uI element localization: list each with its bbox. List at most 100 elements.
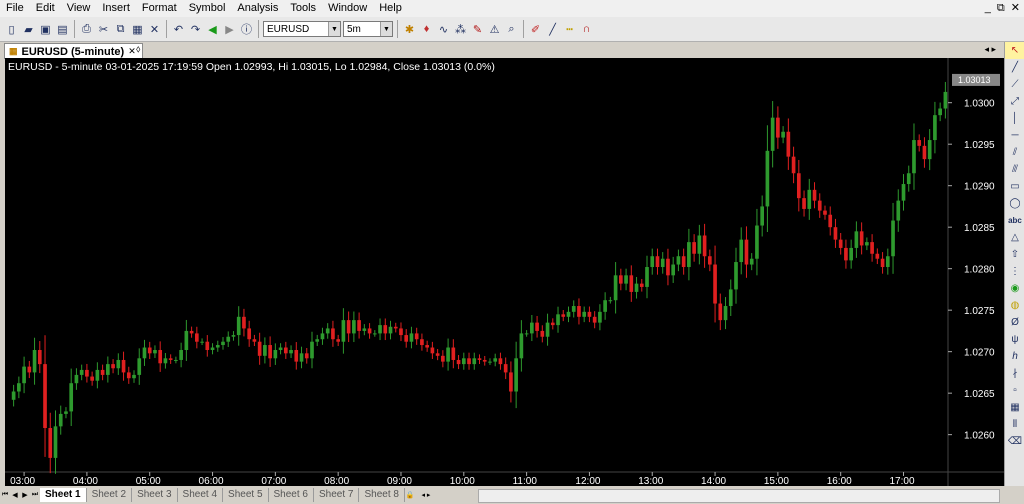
menu-item-help[interactable]: Help [373, 0, 408, 17]
rectangle-icon[interactable]: ▭ [1005, 178, 1024, 195]
interval-combo[interactable]: 5m ▼ [343, 21, 393, 37]
trash-icon[interactable]: ⌫ [1005, 433, 1024, 450]
print-icon[interactable]: ⎙ [79, 22, 94, 37]
menu-item-window[interactable]: Window [322, 0, 373, 17]
sheet-tab-8[interactable]: Sheet 8 [359, 488, 405, 502]
zoom-icon[interactable]: ⌕ [504, 22, 519, 37]
h-icon[interactable]: h [1005, 348, 1024, 365]
dash-tool-icon[interactable]: ┅ [562, 22, 577, 37]
candle-body [608, 300, 613, 302]
grid-icon[interactable]: ▦ [1005, 399, 1024, 416]
close-icon[interactable]: ✕ [128, 46, 136, 57]
scroll-small-icon[interactable]: ◂ ▸ [415, 489, 437, 501]
vertical-line-icon[interactable]: │ [1005, 110, 1024, 127]
candle-body [461, 358, 466, 365]
fork-icon[interactable]: ⫻ [1005, 161, 1024, 178]
pen-icon[interactable]: ✐ [528, 22, 543, 37]
chevron-down-icon[interactable]: ▼ [328, 22, 340, 36]
minimize-button[interactable]: _ [985, 0, 991, 17]
horizontal-scrollbar[interactable] [478, 489, 1000, 503]
line-tool-icon[interactable]: ╱ [545, 22, 560, 37]
fibonacci-icon[interactable]: ◉ [1005, 280, 1024, 297]
bar-style-icon[interactable]: ♦ [419, 22, 434, 37]
candle-body [681, 256, 686, 268]
menu-item-view[interactable]: View [61, 0, 97, 17]
horizontal-line-icon[interactable]: ─ [1005, 127, 1024, 144]
tab-scroll-icon[interactable]: ◂ ▸ [984, 44, 996, 55]
open-icon[interactable]: ▰ [21, 22, 36, 37]
menu-item-symbol[interactable]: Symbol [183, 0, 232, 17]
channel-icon[interactable]: ⫽ [1005, 144, 1024, 161]
chart-pane[interactable]: EURUSD - 5-minute 03-01-2025 17:19:59 Op… [5, 58, 1004, 486]
dots-icon[interactable]: ⋮ [1005, 263, 1024, 280]
ellipse-icon[interactable]: ◯ [1005, 195, 1024, 212]
candle-icon[interactable]: ✱ [402, 22, 417, 37]
indicator-icon[interactable]: ✎ [470, 22, 485, 37]
close-button[interactable]: ✕ [1011, 0, 1020, 17]
text-tool-icon[interactable]: abc [1005, 212, 1024, 229]
alert-icon[interactable]: ⚠ [487, 22, 502, 37]
save-all-icon[interactable]: ▤ [55, 22, 70, 37]
cursor-icon[interactable]: ↖ [1005, 42, 1024, 59]
candle-body [294, 350, 299, 362]
new-icon[interactable]: ▯ [4, 22, 19, 37]
delete-icon[interactable]: ✕ [147, 22, 162, 37]
ray-icon[interactable]: ⟋ [1005, 76, 1024, 93]
extended-line-icon[interactable]: ⤢ [1005, 93, 1024, 110]
save-icon[interactable]: ▣ [38, 22, 53, 37]
menu-item-edit[interactable]: Edit [30, 0, 61, 17]
pitchfork-icon[interactable]: ψ [1005, 331, 1024, 348]
sheet-tab-2[interactable]: Sheet 2 [87, 488, 133, 502]
sheet-tab-7[interactable]: Sheet 7 [314, 488, 360, 502]
candle-body [467, 358, 471, 365]
lock-icon[interactable]: 🔒 [405, 489, 415, 501]
tab-menu-icon[interactable]: ⬨ [136, 44, 141, 55]
menu-item-format[interactable]: Format [136, 0, 183, 17]
arrow-up-icon[interactable]: ⇧ [1005, 246, 1024, 263]
first-sheet-icon[interactable]: ⏮ [0, 489, 10, 501]
next-sheet-icon[interactable]: ▶ [20, 489, 30, 501]
columns-icon[interactable]: ⦀ [1005, 416, 1024, 433]
symbol-combo[interactable]: EURUSD ▼ [263, 21, 341, 37]
prev-sheet-icon[interactable]: ◀ [10, 489, 20, 501]
tick-icon[interactable]: ∤ [1005, 365, 1024, 382]
sheet-tab-4[interactable]: Sheet 4 [178, 488, 224, 502]
menu-item-tools[interactable]: Tools [284, 0, 322, 17]
sheet-tab-5[interactable]: Sheet 5 [223, 488, 269, 502]
candle-body [242, 316, 246, 329]
marker-icon[interactable]: ▫ [1005, 382, 1024, 399]
undo-icon[interactable]: ↶ [171, 22, 186, 37]
chevron-down-icon[interactable]: ▼ [380, 22, 392, 36]
menu-item-file[interactable]: File [0, 0, 30, 17]
last-sheet-icon[interactable]: ⏭ [30, 489, 40, 501]
redo-icon[interactable]: ↷ [188, 22, 203, 37]
candle-body [817, 200, 822, 211]
restore-button[interactable]: ⧉ [997, 0, 1005, 17]
menu-item-insert[interactable]: Insert [96, 0, 136, 17]
copy-icon[interactable]: ⧉ [113, 22, 128, 37]
tab-eurusd[interactable]: ▦ EURUSD (5-minute) ✕ [4, 43, 143, 59]
price-tick-label: 1.0295 [964, 140, 995, 151]
sheet-tab-1[interactable]: Sheet 1 [40, 488, 87, 502]
candle-body [179, 350, 183, 360]
candle-body [933, 115, 937, 141]
gann-icon[interactable]: ◍ [1005, 297, 1024, 314]
volume-icon[interactable]: ⁂ [453, 22, 468, 37]
candle-body [687, 242, 691, 268]
candle-body [393, 326, 398, 329]
cycle-icon[interactable]: Ø [1005, 314, 1024, 331]
sheet-tab-6[interactable]: Sheet 6 [269, 488, 314, 502]
cut-icon[interactable]: ✂ [96, 22, 111, 37]
candle-body [132, 374, 136, 379]
magnet-icon[interactable]: ∩ [579, 22, 594, 37]
info-icon[interactable]: ⓘ [239, 22, 254, 37]
sheet-tab-3[interactable]: Sheet 3 [132, 488, 178, 502]
price-chart[interactable]: 1.0300 1.0295 1.0290 1.0285 1.0280 1.0275 1.02… [5, 58, 1004, 486]
paste-icon[interactable]: ▦ [130, 22, 145, 37]
forward-icon[interactable]: ▶ [222, 22, 237, 37]
triangle-icon[interactable]: △ [1005, 229, 1024, 246]
menu-item-analysis[interactable]: Analysis [231, 0, 284, 17]
line-style-icon[interactable]: ∿ [436, 22, 451, 37]
trendline-icon[interactable]: ╱ [1005, 59, 1024, 76]
back-icon[interactable]: ◀ [205, 22, 220, 37]
